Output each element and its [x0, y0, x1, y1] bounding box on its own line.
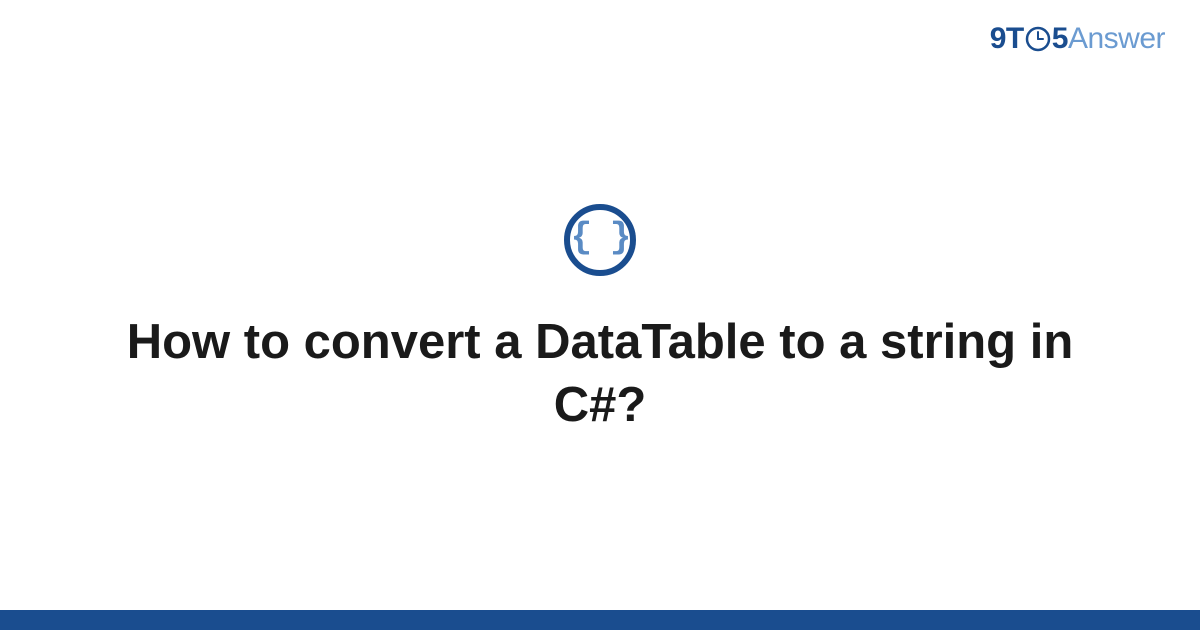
icon-container: { }	[564, 204, 636, 276]
code-braces-glyph: { }	[571, 220, 630, 256]
footer-bar	[0, 610, 1200, 630]
question-title: How to convert a DataTable to a string i…	[100, 311, 1100, 436]
code-braces-icon: { }	[564, 204, 636, 276]
main-content: { } How to convert a DataTable to a stri…	[0, 0, 1200, 630]
